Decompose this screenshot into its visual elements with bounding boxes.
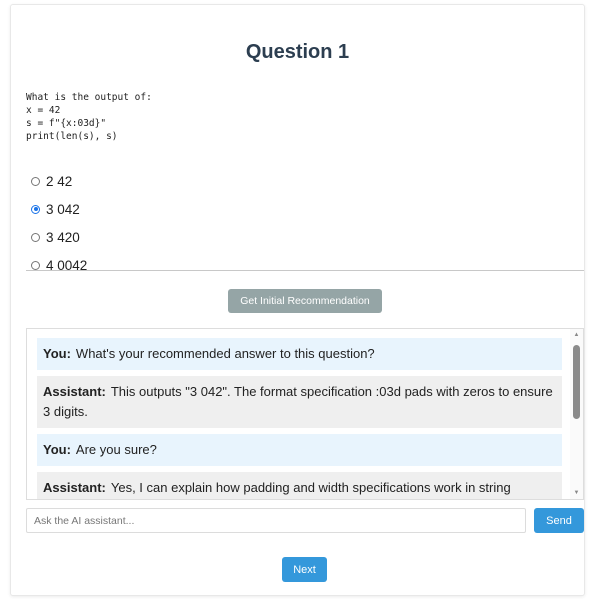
- chat-scrollbar[interactable]: ▲ ▼: [570, 329, 583, 499]
- message-text: Yes, I can explain how padding and width…: [110, 480, 511, 495]
- question-card: Question 1 What is the output of: x = 42…: [10, 4, 585, 596]
- message-text: Are you sure?: [75, 442, 157, 457]
- question-code: What is the output of: x = 42 s = f"{x:0…: [26, 91, 152, 143]
- chat-history[interactable]: You: What's your recommended answer to th…: [26, 328, 584, 500]
- message-text: What's your recommended answer to this q…: [75, 346, 375, 361]
- message-speaker: You:: [43, 346, 71, 361]
- scroll-down-arrow-icon[interactable]: ▼: [570, 487, 583, 499]
- chat-message-assistant: Assistant: Yes, I can explain how padding…: [37, 472, 562, 499]
- scrollbar-thumb[interactable]: [573, 345, 580, 419]
- radio-button[interactable]: [31, 232, 40, 242]
- send-button[interactable]: Send: [534, 508, 584, 533]
- message-speaker: Assistant:: [43, 480, 106, 495]
- get-recommendation-button[interactable]: Get Initial Recommendation: [228, 289, 382, 313]
- message-speaker: You:: [43, 442, 71, 457]
- answer-options: 2 42 3 042 3 420 4 0042: [31, 167, 87, 279]
- chat-messages: You: What's your recommended answer to th…: [37, 338, 562, 499]
- message-text: This outputs "3 042". The format specifi…: [43, 384, 553, 419]
- next-button[interactable]: Next: [282, 557, 327, 582]
- scroll-up-arrow-icon[interactable]: ▲: [570, 329, 583, 341]
- answer-option-3[interactable]: 3 420: [31, 223, 87, 251]
- option-label: 3 042: [46, 201, 80, 217]
- chat-message-user: You: What's your recommended answer to th…: [37, 338, 562, 370]
- code-line: What is the output of:: [26, 92, 152, 103]
- message-speaker: Assistant:: [43, 384, 106, 399]
- answer-option-2[interactable]: 3 042: [31, 195, 87, 223]
- answer-option-1[interactable]: 2 42: [31, 167, 87, 195]
- question-title: Question 1: [245, 41, 350, 63]
- option-label: 2 42: [46, 173, 73, 189]
- answer-option-4[interactable]: 4 0042: [31, 251, 87, 279]
- radio-button[interactable]: [31, 260, 40, 270]
- divider: [26, 270, 584, 271]
- code-line: x = 42: [26, 105, 61, 116]
- code-line: print(len(s), s): [26, 131, 118, 142]
- chat-message-assistant: Assistant: This outputs "3 042". The form…: [37, 376, 562, 428]
- radio-button[interactable]: [31, 176, 40, 186]
- chat-message-user: You: Are you sure?: [37, 434, 562, 466]
- radio-button-selected[interactable]: [31, 204, 40, 214]
- code-line: s = f"{x:03d}": [26, 118, 107, 129]
- chat-input[interactable]: [26, 508, 526, 533]
- option-label: 3 420: [46, 229, 80, 245]
